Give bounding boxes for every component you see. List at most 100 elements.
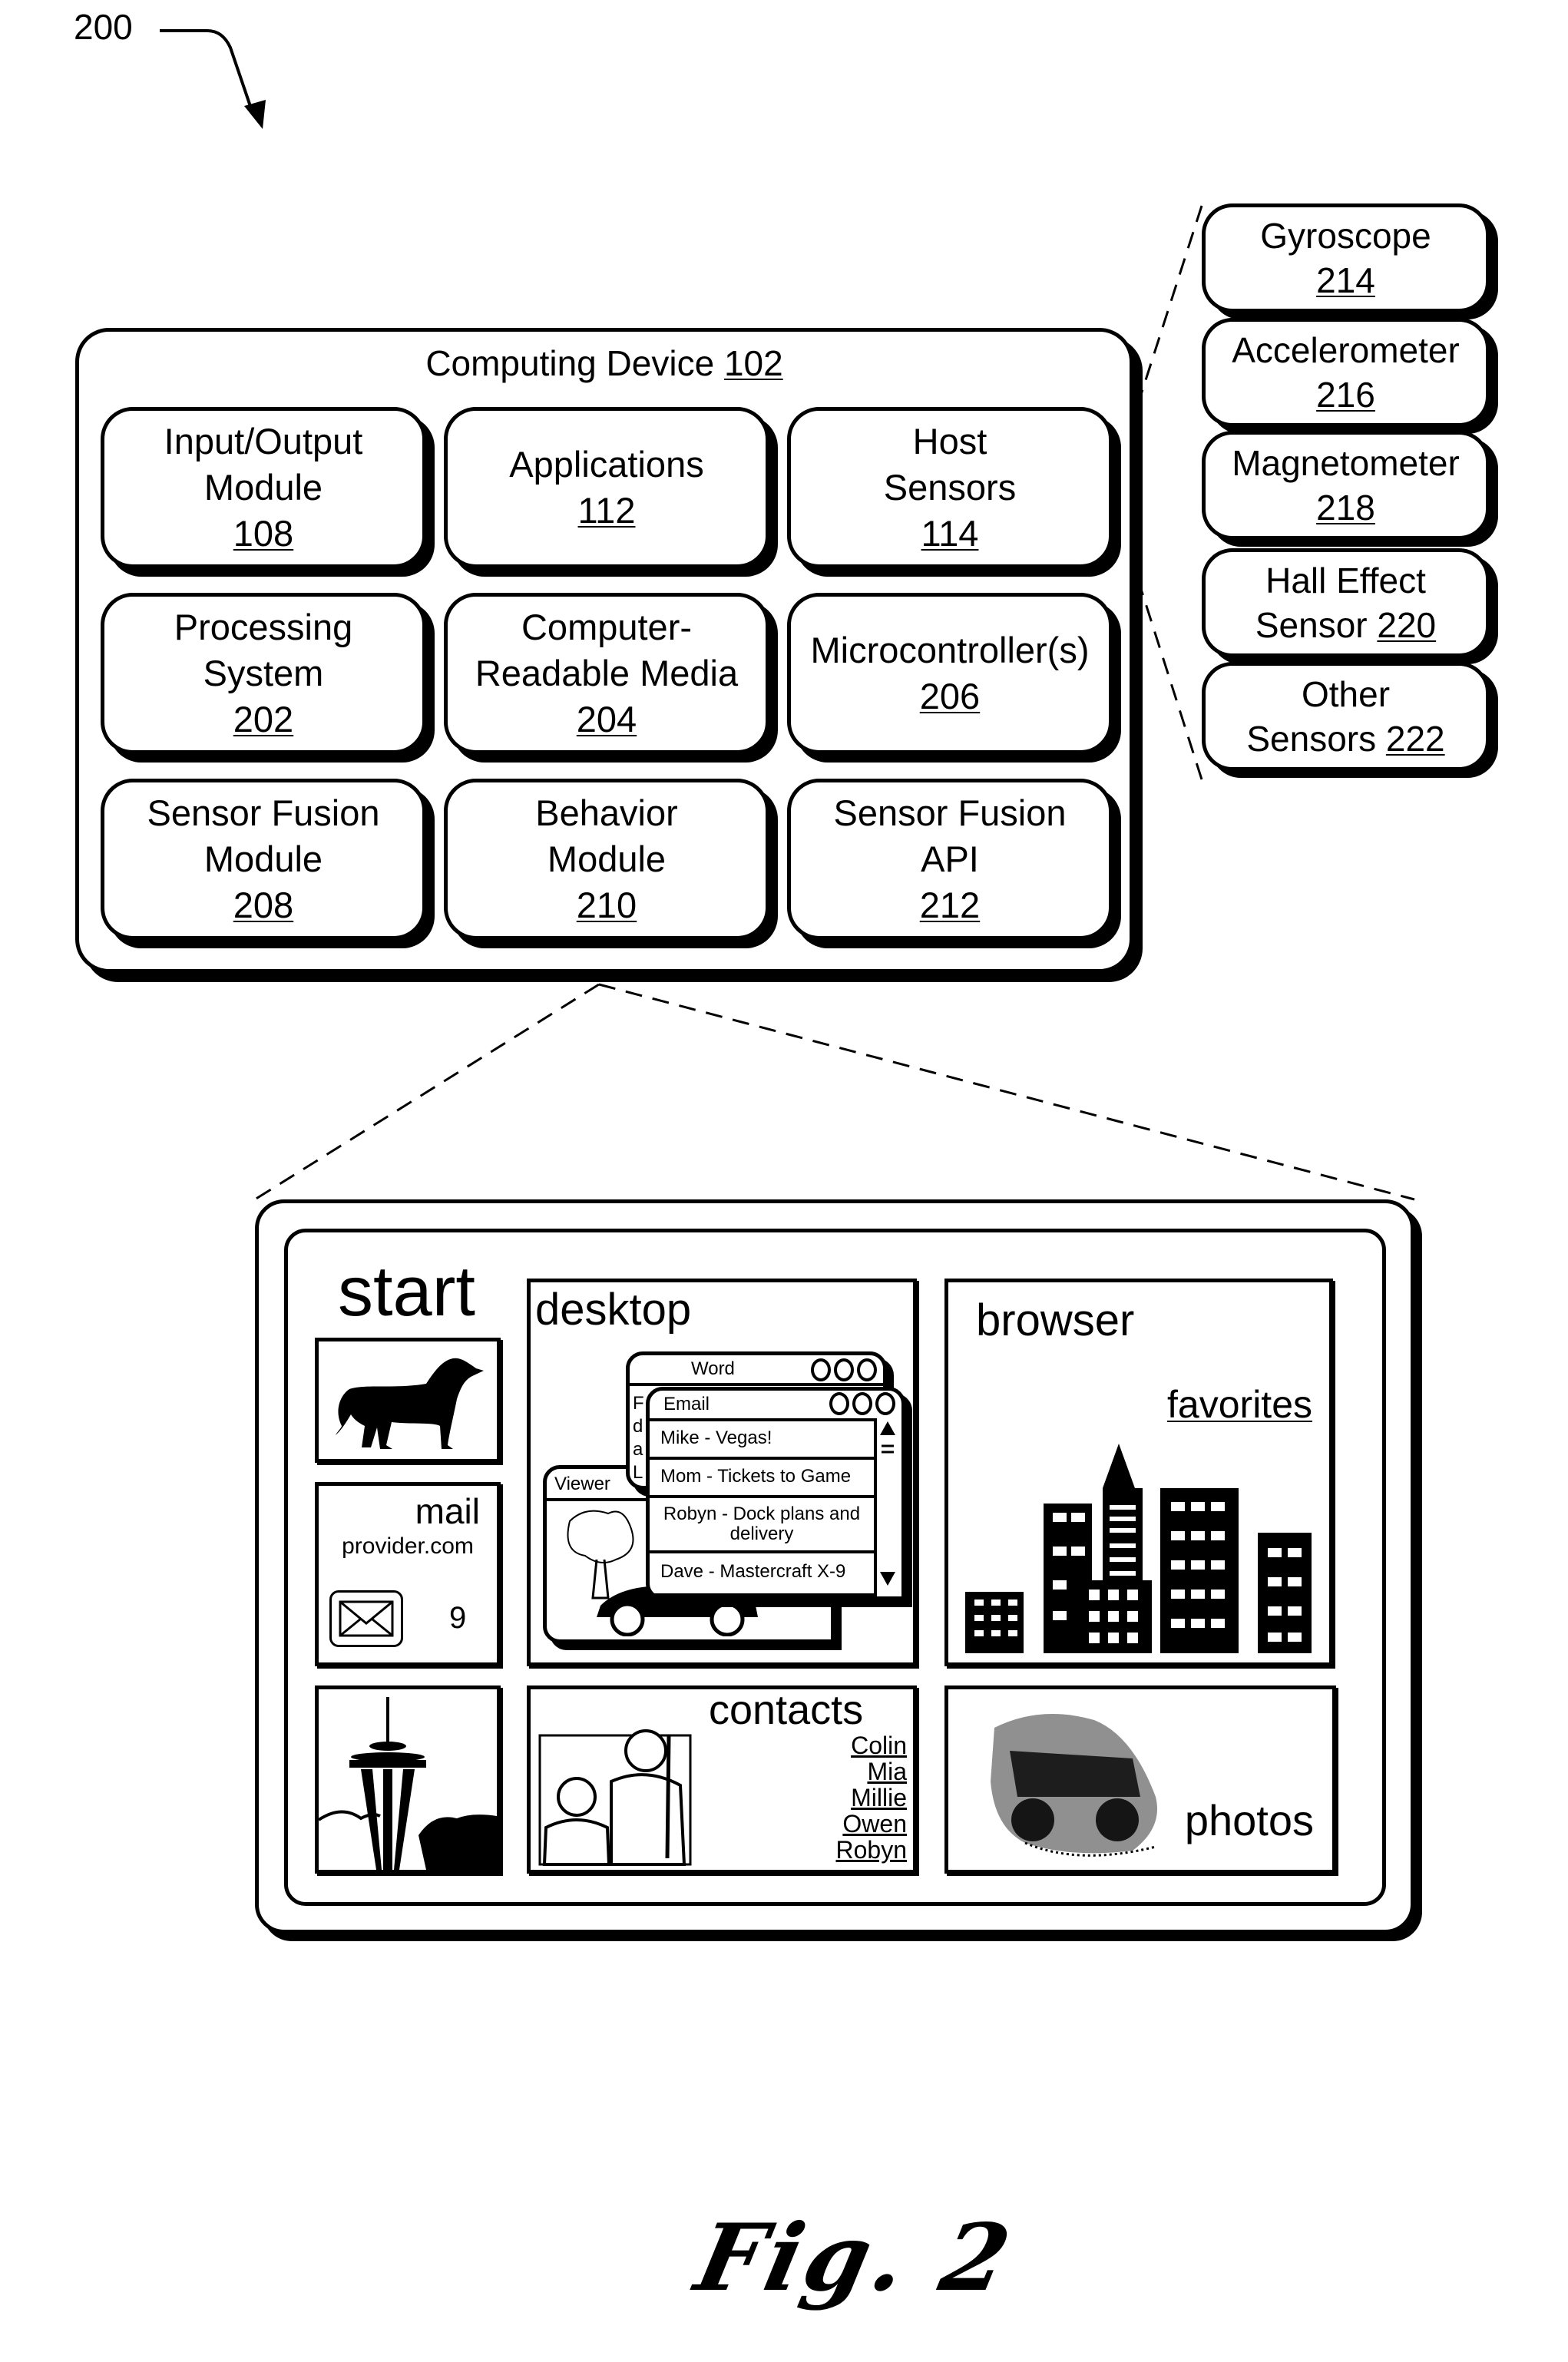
sensor-gyroscope: Gyroscope 214 [1202, 203, 1490, 313]
email-list-item[interactable]: Robyn - Dock plans and delivery [650, 1495, 874, 1550]
module-ref: 208 [233, 885, 294, 925]
leader-line-tablet-left [254, 983, 600, 1201]
tile-desktop[interactable]: desktop Viewer Word F d a L Email Mike -… [527, 1279, 917, 1666]
module-ref: 114 [921, 513, 979, 554]
contact-link[interactable]: Owen [836, 1811, 907, 1837]
figure-caption: Fig. 2 [687, 2204, 1022, 2312]
sensor-label: Magnetometer [1232, 443, 1460, 483]
contact-link[interactable]: Mia [836, 1758, 907, 1785]
minimize-icon[interactable] [811, 1358, 831, 1381]
viewer-window-title: Viewer [554, 1474, 610, 1494]
email-list-item[interactable]: Dave - Mastercraft X-9 [650, 1550, 874, 1596]
city-skyline-icon [965, 1444, 1312, 1653]
sensor-other: Other Sensors 222 [1202, 662, 1490, 771]
module-label: Host [912, 421, 987, 461]
module-label: Module [203, 467, 323, 508]
module-label: Behavior [535, 792, 678, 833]
contact-link[interactable]: Millie [836, 1785, 907, 1811]
people-picture [538, 1729, 692, 1866]
email-list-item[interactable]: Mom - Tickets to Game [650, 1457, 874, 1495]
device-title-text: Computing Device [425, 343, 715, 383]
module-computer-readable-media: Computer- Readable Media 204 [444, 593, 769, 754]
module-sensor-fusion: Sensor Fusion Module 208 [101, 779, 426, 940]
word-text-line: d [633, 1416, 643, 1437]
word-window-title: Word [691, 1358, 735, 1379]
device-ref-number: 102 [723, 343, 783, 383]
sensor-label: Sensor [1255, 605, 1368, 645]
module-ref: 108 [233, 513, 294, 554]
module-label: Sensors [883, 467, 1017, 508]
module-label: Sensor Fusion [147, 792, 380, 833]
module-ref: 212 [919, 885, 981, 925]
module-microcontrollers: Microcontroller(s) 206 [787, 593, 1113, 754]
module-label: System [203, 653, 324, 693]
word-document-text: F d a L [633, 1392, 644, 1484]
envelope-icon [329, 1590, 403, 1647]
tile-photos[interactable]: photos [944, 1685, 1336, 1874]
word-text-line: L [633, 1462, 643, 1483]
module-ref: 206 [919, 676, 981, 716]
sensor-label: Sensors [1246, 719, 1377, 759]
contacts-title: contacts [709, 1687, 864, 1733]
module-sensor-fusion-api: Sensor Fusion API 212 [787, 779, 1113, 940]
module-label: Computer- [521, 607, 692, 647]
unread-count: 9 [449, 1601, 467, 1635]
module-label: Processing [174, 607, 353, 647]
module-host-sensors: Host Sensors 114 [787, 407, 1113, 568]
scroll-up-icon [880, 1421, 895, 1435]
sensor-ref: 222 [1385, 719, 1445, 759]
close-icon[interactable] [875, 1392, 895, 1415]
module-label: API [921, 839, 979, 879]
email-scrollbar[interactable] [874, 1418, 901, 1596]
sensor-ref: 218 [1316, 488, 1375, 528]
module-label: Input/Output [164, 421, 363, 461]
maximize-icon[interactable] [834, 1358, 854, 1381]
module-label: Sensor Fusion [833, 792, 1067, 833]
sensor-ref: 214 [1316, 260, 1375, 300]
maximize-icon[interactable] [852, 1392, 872, 1415]
sensor-label: Gyroscope [1260, 216, 1431, 256]
sensor-label: Accelerometer [1232, 330, 1460, 370]
module-label: Module [547, 839, 667, 879]
module-label: Module [203, 839, 323, 879]
tile-city-photo[interactable] [315, 1685, 501, 1874]
module-ref: 210 [576, 885, 637, 925]
photos-title: photos [1184, 1796, 1314, 1844]
mail-title: mail [415, 1491, 480, 1531]
email-list-item[interactable]: Mike - Vegas! [650, 1418, 874, 1457]
module-label: Readable Media [475, 653, 739, 693]
word-text-line: a [633, 1439, 643, 1460]
computing-device-title: Computing Device 102 [79, 342, 1130, 384]
mail-provider: provider.com [342, 1533, 474, 1559]
word-title-divider [630, 1383, 883, 1386]
scroll-down-icon [880, 1572, 895, 1586]
module-label: Applications [509, 444, 704, 485]
module-ref: 202 [233, 699, 294, 739]
minimize-icon[interactable] [829, 1392, 849, 1415]
sensor-ref: 220 [1377, 605, 1437, 645]
contacts-list: Colin Mia Millie Owen Robyn [836, 1732, 908, 1863]
module-behavior: Behavior Module 210 [444, 779, 769, 940]
sensor-magnetometer: Magnetometer 218 [1202, 431, 1490, 540]
contact-link[interactable]: Colin [836, 1732, 907, 1758]
email-window[interactable]: Email Mike - Vegas! Mom - Tickets to Gam… [646, 1387, 905, 1600]
module-ref: 112 [577, 490, 636, 531]
start-label: start [338, 1252, 475, 1331]
tile-mail[interactable]: mail provider.com 9 [315, 1482, 501, 1666]
space-needle-icon [317, 1697, 497, 1870]
word-text-line: F [633, 1393, 644, 1414]
module-applications: Applications 112 [444, 407, 769, 568]
sensor-label: Hall Effect [1265, 561, 1426, 600]
module-input-output: Input/Output Module 108 [101, 407, 426, 568]
module-processing-system: Processing System 202 [101, 593, 426, 754]
email-window-title: Email [663, 1394, 710, 1414]
tile-contacts[interactable]: contacts Colin Mia Millie Owen Robyn [527, 1685, 917, 1874]
sensor-ref: 216 [1316, 375, 1375, 415]
contact-link[interactable]: Robyn [836, 1837, 908, 1863]
sensor-hall-effect: Hall Effect Sensor 220 [1202, 548, 1490, 657]
tile-pet-photo[interactable] [315, 1338, 501, 1463]
jeep-offroad-picture [991, 1714, 1157, 1857]
sensor-label: Other [1301, 674, 1391, 714]
tile-browser[interactable]: browser favorites [944, 1279, 1333, 1666]
close-icon[interactable] [857, 1358, 877, 1381]
